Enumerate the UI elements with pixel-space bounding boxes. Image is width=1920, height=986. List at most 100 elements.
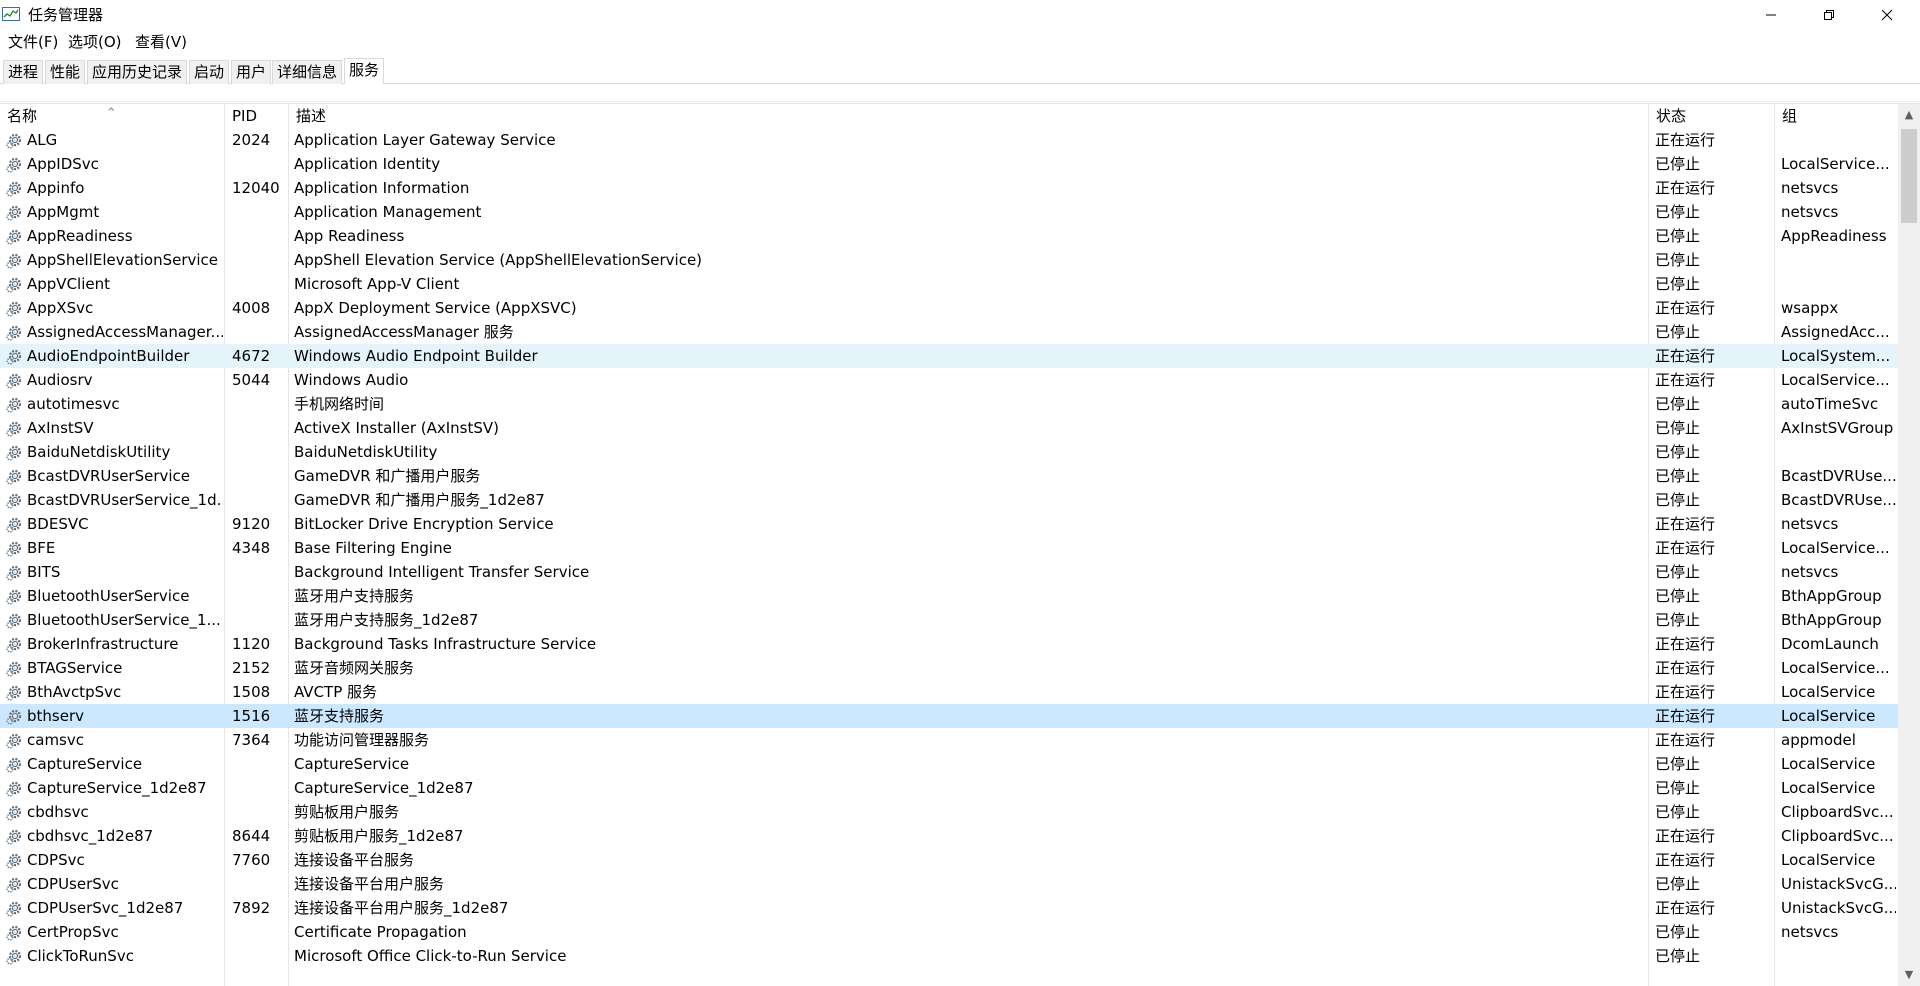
- menu-file[interactable]: 文件(F): [6, 32, 60, 52]
- table-row[interactable]: cbdhsvc 剪贴板用户服务 已停止 ClipboardSvc...: [0, 800, 1898, 824]
- tab-app-history[interactable]: 应用历史记录: [87, 60, 188, 84]
- table-row[interactable]: BaiduNetdiskUtility BaiduNetdiskUtility 已停…: [0, 440, 1898, 464]
- service-group: BthAppGroup: [1781, 611, 1882, 629]
- table-row[interactable]: BTAGService 2152 蓝牙音频网关服务 正在运行 LocalService.…: [0, 656, 1898, 680]
- service-description: GameDVR 和广播用户服务: [294, 467, 481, 485]
- service-pid: [232, 752, 286, 776]
- table-row[interactable]: BcastDVRUserService GameDVR 和广播用户服务 已停止 Bca…: [0, 464, 1898, 488]
- table-row[interactable]: CaptureService CaptureService 已停止 LocalServ…: [0, 752, 1898, 776]
- gear-icon: [6, 852, 23, 869]
- service-group: UnistackSvcG...: [1781, 875, 1896, 893]
- table-row[interactable]: BluetoothUserService 蓝牙用户支持服务 已停止 BthAppGro…: [0, 584, 1898, 608]
- service-group: AxInstSVGroup: [1781, 419, 1894, 437]
- column-header-pid[interactable]: PID: [225, 104, 289, 128]
- gear-icon: [6, 348, 23, 365]
- table-row[interactable]: CaptureService_1d2e87 CaptureService_1d2e…: [0, 776, 1898, 800]
- tab-processes[interactable]: 进程: [3, 60, 44, 84]
- table-row[interactable]: Audiosrv 5044 Windows Audio 正在运行 LocalServic…: [0, 368, 1898, 392]
- service-pid: [232, 488, 286, 512]
- table-row[interactable]: CertPropSvc Certificate Propagation 已停止 net…: [0, 920, 1898, 944]
- toolbar-band: [0, 84, 1920, 102]
- menu-view[interactable]: 查看(V): [133, 32, 189, 52]
- close-button[interactable]: [1858, 0, 1916, 30]
- table-row[interactable]: CDPUserSvc_1d2e87 7892 连接设备平台用户服务_1d2e87 正在…: [0, 896, 1898, 920]
- scrollbar-thumb[interactable]: [1901, 129, 1917, 223]
- tab-startup[interactable]: 启动: [189, 60, 230, 84]
- gear-icon: [6, 588, 23, 605]
- table-row[interactable]: CDPSvc 7760 连接设备平台服务 正在运行 LocalService: [0, 848, 1898, 872]
- service-group: BcastDVRUse...: [1781, 467, 1896, 485]
- table-row[interactable]: cbdhsvc_1d2e87 8644 剪贴板用户服务_1d2e87 正在运行 Clip…: [0, 824, 1898, 848]
- service-pid: [232, 584, 286, 608]
- column-header-description[interactable]: 描述: [289, 104, 1649, 128]
- vertical-scrollbar[interactable]: ▲ ▼: [1898, 104, 1920, 986]
- service-group: netsvcs: [1781, 923, 1839, 941]
- service-description: AVCTP 服务: [294, 683, 378, 701]
- gear-icon: [6, 708, 23, 725]
- service-status: 正在运行: [1655, 659, 1716, 677]
- table-row[interactable]: BDESVC 9120 BitLocker Drive Encryption Ser…: [0, 512, 1898, 536]
- table-row[interactable]: autotimesvc 手机网络时间 已停止 autoTimeSvc: [0, 392, 1898, 416]
- service-group: wsappx: [1781, 299, 1839, 317]
- table-row[interactable]: bthserv 1516 蓝牙支持服务 正在运行 LocalService: [0, 704, 1898, 728]
- service-name: CDPSvc: [27, 851, 85, 869]
- table-row[interactable]: BluetoothUserService_1... 蓝牙用户支持服务_1d2e87…: [0, 608, 1898, 632]
- scroll-down-icon[interactable]: ▼: [1898, 964, 1920, 986]
- table-row[interactable]: BthAvctpSvc 1508 AVCTP 服务 正在运行 LocalService: [0, 680, 1898, 704]
- service-pid: 4348: [232, 539, 271, 557]
- table-row[interactable]: AppIDSvc Application Identity 已停止 LocalServ…: [0, 152, 1898, 176]
- service-group: LocalService...: [1781, 371, 1890, 389]
- service-description: Certificate Propagation: [294, 923, 467, 941]
- table-row[interactable]: BrokerInfrastructure 1120 Background Tasks…: [0, 632, 1898, 656]
- table-row[interactable]: AppShellElevationService AppShell Elevati…: [0, 248, 1898, 272]
- service-name: BrokerInfrastructure: [27, 635, 179, 653]
- table-row[interactable]: CDPUserSvc 连接设备平台用户服务 已停止 UnistackSvcG...: [0, 872, 1898, 896]
- table-row[interactable]: camsvc 7364 功能访问管理器服务 正在运行 appmodel: [0, 728, 1898, 752]
- service-group: LocalService: [1781, 851, 1876, 869]
- service-pid: [232, 200, 286, 224]
- service-pid: [232, 776, 286, 800]
- table-row[interactable]: AudioEndpointBuilder 4672 Windows Audio En…: [0, 344, 1898, 368]
- service-description: 剪贴板用户服务_1d2e87: [294, 827, 464, 845]
- table-row[interactable]: AppReadiness App Readiness 已停止 AppReadiness: [0, 224, 1898, 248]
- tab-services[interactable]: 服务: [344, 58, 385, 85]
- service-status: 正在运行: [1655, 707, 1716, 725]
- table-row[interactable]: BITS Background Intelligent Transfer Serv…: [0, 560, 1898, 584]
- service-status: 正在运行: [1655, 371, 1716, 389]
- table-row[interactable]: ALG 2024 Application Layer Gateway Service…: [0, 128, 1898, 152]
- service-name: AppVClient: [27, 275, 110, 293]
- table-row[interactable]: AssignedAccessManager... AssignedAccessMa…: [0, 320, 1898, 344]
- service-pid: [232, 392, 286, 416]
- table-row[interactable]: BcastDVRUserService_1d... GameDVR 和广播用户服务…: [0, 488, 1898, 512]
- table-row[interactable]: AppXSvc 4008 AppX Deployment Service (AppX…: [0, 296, 1898, 320]
- gear-icon: [6, 372, 23, 389]
- minimize-button[interactable]: [1742, 0, 1800, 30]
- tab-details[interactable]: 详细信息: [272, 60, 343, 84]
- scroll-up-icon[interactable]: ▲: [1898, 104, 1920, 126]
- service-status: 已停止: [1655, 275, 1701, 293]
- service-name: CDPUserSvc: [27, 875, 119, 893]
- menu-options[interactable]: 选项(O): [66, 32, 124, 52]
- column-header-name[interactable]: ^ 名称: [0, 104, 225, 128]
- column-header-status[interactable]: 状态: [1649, 104, 1775, 128]
- tab-users[interactable]: 用户: [231, 60, 272, 84]
- table-row[interactable]: AxInstSV ActiveX Installer (AxInstSV) 已停止 A…: [0, 416, 1898, 440]
- table-row[interactable]: AppVClient Microsoft App-V Client 已停止: [0, 272, 1898, 296]
- service-status: 已停止: [1655, 443, 1701, 461]
- tab-performance[interactable]: 性能: [45, 60, 86, 84]
- service-group: netsvcs: [1781, 563, 1839, 581]
- gear-icon: [6, 252, 23, 269]
- table-row[interactable]: BFE 4348 Base Filtering Engine 正在运行 LocalSer…: [0, 536, 1898, 560]
- service-group: [1781, 128, 1896, 152]
- service-pid: [232, 872, 286, 896]
- service-status: 已停止: [1655, 611, 1701, 629]
- restore-button[interactable]: [1800, 0, 1858, 30]
- service-description: 蓝牙用户支持服务_1d2e87: [294, 611, 479, 629]
- column-header-group[interactable]: 组: [1775, 104, 1898, 128]
- table-row[interactable]: Appinfo 12040 Application Information 正在运行 n…: [0, 176, 1898, 200]
- service-name: CaptureService: [27, 755, 143, 773]
- service-name: AppIDSvc: [27, 155, 99, 173]
- table-row[interactable]: AppMgmt Application Management 已停止 netsvcs: [0, 200, 1898, 224]
- service-name: BDESVC: [27, 515, 89, 533]
- table-row[interactable]: ClickToRunSvc Microsoft Office Click-to-R…: [0, 944, 1898, 968]
